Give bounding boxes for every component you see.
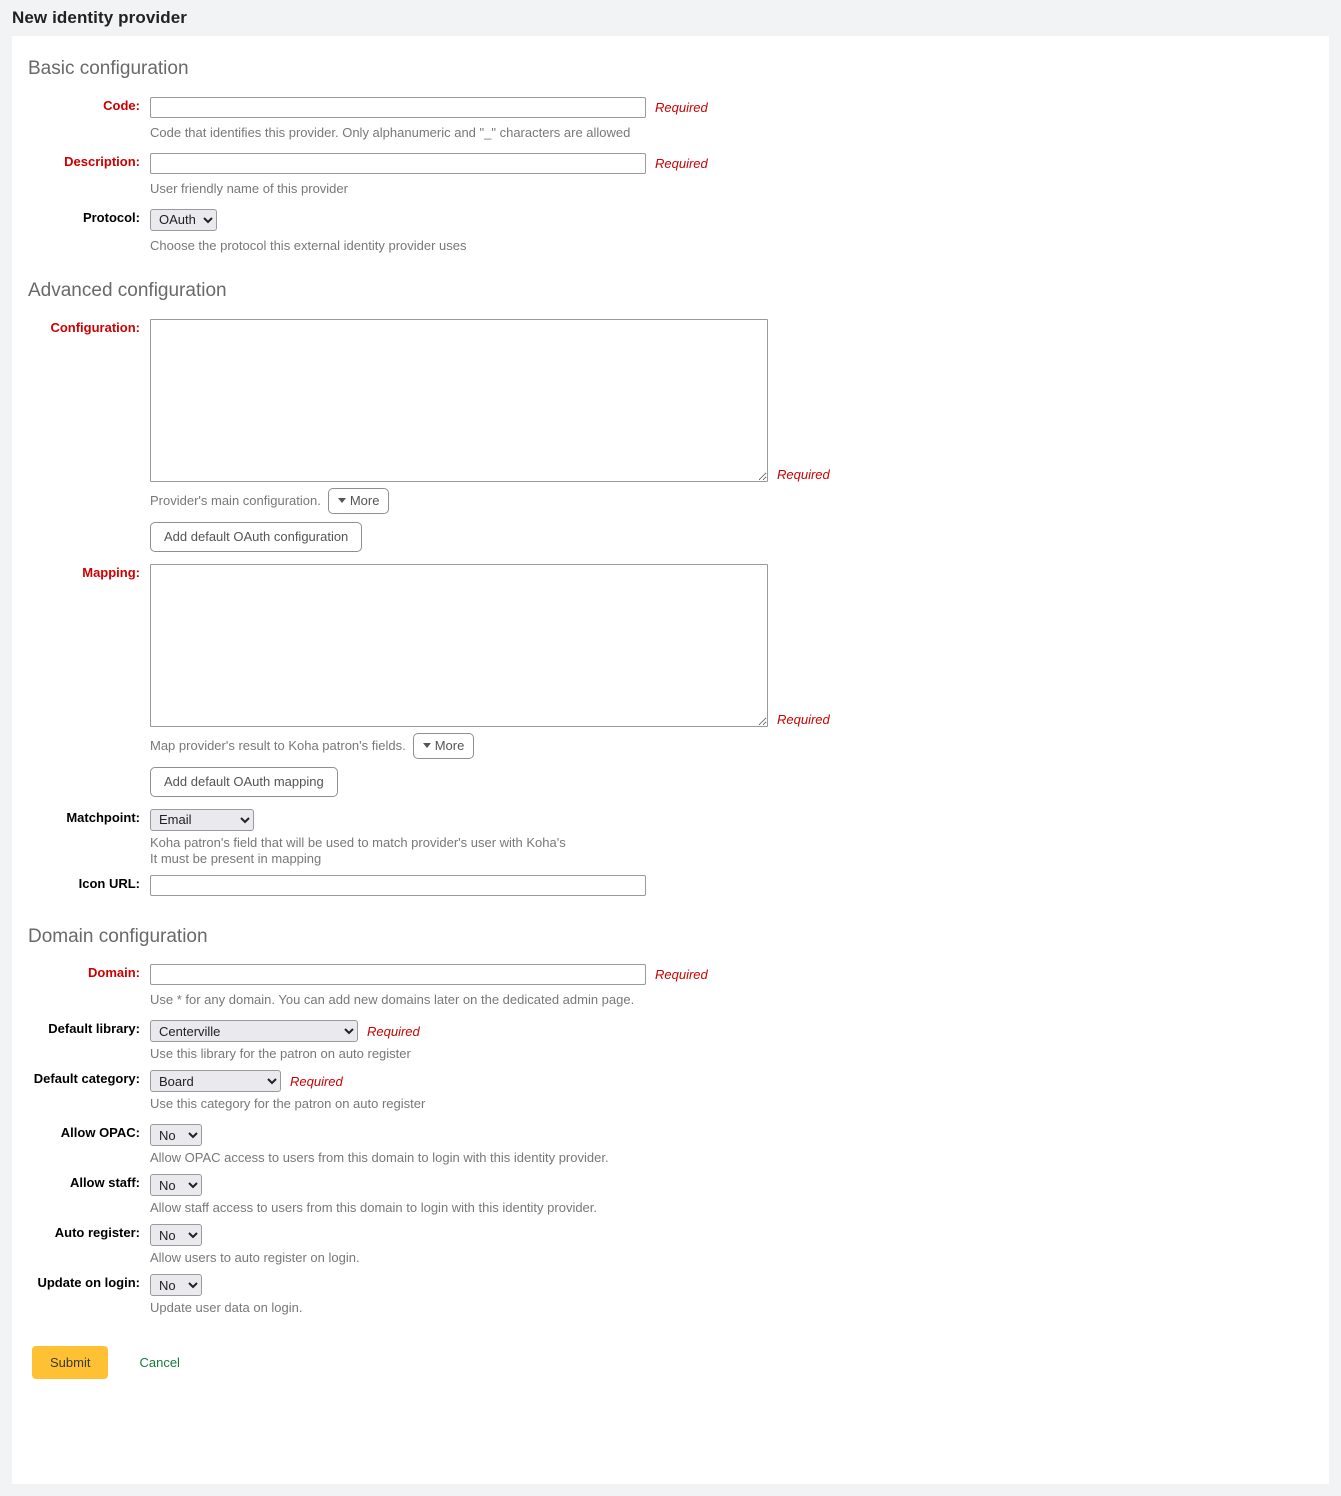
matchpoint-hint-line-2: It must be present in mapping bbox=[150, 850, 322, 866]
default-library-required-marker: Required bbox=[367, 1023, 420, 1039]
domain-required-marker: Required bbox=[655, 967, 708, 983]
mapping-hint: Map provider's result to Koha patron's f… bbox=[150, 737, 406, 753]
field-row-allow-staff: Allow staff: No Allow staff access to us… bbox=[12, 1174, 1329, 1216]
configuration-textarea[interactable] bbox=[150, 318, 768, 482]
section-basic-configuration: Basic configuration Code: Required Code … bbox=[12, 58, 1329, 254]
icon-url-label: Icon URL: bbox=[78, 875, 140, 891]
code-label: Code: bbox=[103, 97, 140, 113]
mapping-more-button[interactable]: More bbox=[412, 732, 475, 759]
update-on-login-select[interactable]: No bbox=[150, 1274, 202, 1297]
field-row-default-category: Default category: Board Required Use thi… bbox=[12, 1070, 1329, 1112]
configuration-more-label: More bbox=[349, 492, 380, 508]
configuration-required-marker: Required bbox=[777, 466, 830, 482]
section-advanced-configuration: Advanced configuration Configuration: Re… bbox=[12, 280, 1329, 896]
description-input[interactable] bbox=[150, 152, 646, 174]
field-row-description: Description: Required User friendly name… bbox=[12, 152, 1329, 197]
allow-opac-label: Allow OPAC: bbox=[60, 1125, 140, 1141]
description-hint: User friendly name of this provider bbox=[150, 180, 348, 196]
default-category-select[interactable]: Board bbox=[150, 1070, 281, 1093]
configuration-more-button[interactable]: More bbox=[327, 487, 390, 514]
field-row-mapping: Mapping: Required Map provider's result … bbox=[12, 563, 1329, 797]
protocol-select[interactable]: OAuth bbox=[150, 208, 217, 231]
domain-input[interactable] bbox=[150, 964, 646, 986]
allow-opac-select[interactable]: No bbox=[150, 1124, 202, 1147]
update-on-login-label: Update on login: bbox=[37, 1275, 140, 1291]
allow-staff-hint: Allow staff access to users from this do… bbox=[150, 1200, 598, 1216]
caret-down-icon bbox=[422, 743, 431, 749]
protocol-label: Protocol: bbox=[82, 209, 140, 225]
default-category-required-marker: Required bbox=[290, 1073, 343, 1089]
field-row-icon-url: Icon URL: bbox=[12, 874, 1329, 896]
mapping-label: Mapping: bbox=[82, 564, 140, 580]
icon-url-input[interactable] bbox=[150, 874, 646, 896]
auto-register-select[interactable]: No bbox=[150, 1224, 202, 1247]
field-row-protocol: Protocol: OAuth Choose the protocol this… bbox=[12, 208, 1329, 254]
page-header: New identity provider bbox=[0, 0, 1341, 36]
domain-label: Domain: bbox=[88, 965, 140, 981]
add-default-oauth-configuration-button[interactable]: Add default OAuth configuration bbox=[150, 521, 363, 552]
update-on-login-hint: Update user data on login. bbox=[150, 1300, 303, 1316]
submit-button[interactable]: Submit bbox=[32, 1346, 109, 1380]
section-basic-legend: Basic configuration bbox=[28, 58, 189, 79]
default-library-hint: Use this library for the patron on auto … bbox=[150, 1046, 411, 1062]
configuration-hint: Provider's main configuration. bbox=[150, 492, 321, 508]
form-action-bar: Submit Cancel bbox=[12, 1346, 1329, 1380]
cancel-link[interactable]: Cancel bbox=[139, 1355, 179, 1370]
configuration-label: Configuration: bbox=[50, 319, 140, 335]
auto-register-label: Auto register: bbox=[54, 1225, 140, 1241]
code-hint: Code that identifies this provider. Only… bbox=[150, 124, 631, 140]
field-row-update-on-login: Update on login: No Update user data on … bbox=[12, 1274, 1329, 1316]
field-row-auto-register: Auto register: No Allow users to auto re… bbox=[12, 1224, 1329, 1266]
code-input[interactable] bbox=[150, 96, 646, 118]
section-advanced-legend: Advanced configuration bbox=[28, 279, 227, 301]
domain-hint: Use * for any domain. You can add new do… bbox=[150, 992, 635, 1008]
mapping-required-marker: Required bbox=[777, 711, 830, 727]
allow-staff-label: Allow staff: bbox=[69, 1175, 140, 1191]
mapping-more-label: More bbox=[434, 737, 465, 753]
field-row-allow-opac: Allow OPAC: No Allow OPAC access to user… bbox=[12, 1124, 1329, 1166]
allow-staff-select[interactable]: No bbox=[150, 1174, 202, 1197]
matchpoint-label: Matchpoint: bbox=[66, 809, 140, 825]
field-row-default-library: Default library: Centerville Required Us… bbox=[12, 1020, 1329, 1062]
default-library-label: Default library: bbox=[48, 1021, 140, 1037]
protocol-hint: Choose the protocol this external identi… bbox=[150, 237, 467, 253]
auto-register-hint: Allow users to auto register on login. bbox=[150, 1250, 360, 1266]
matchpoint-hint-line-1: Koha patron's field that will be used to… bbox=[150, 834, 566, 850]
default-library-select[interactable]: Centerville bbox=[150, 1020, 358, 1043]
form-card: Basic configuration Code: Required Code … bbox=[12, 36, 1329, 1484]
caret-down-icon bbox=[337, 498, 346, 504]
field-row-domain: Domain: Required Use * for any domain. Y… bbox=[12, 964, 1329, 1008]
mapping-textarea[interactable] bbox=[150, 563, 768, 727]
section-domain-configuration: Domain configuration Domain: Required Us… bbox=[12, 926, 1329, 1317]
description-required-marker: Required bbox=[655, 155, 708, 171]
field-row-configuration: Configuration: Required Provider's main … bbox=[12, 318, 1329, 552]
field-row-matchpoint: Matchpoint: Email Koha patron's field th… bbox=[12, 808, 1329, 867]
add-default-oauth-mapping-button[interactable]: Add default OAuth mapping bbox=[150, 766, 338, 797]
default-category-label: Default category: bbox=[33, 1071, 140, 1087]
allow-opac-hint: Allow OPAC access to users from this dom… bbox=[150, 1150, 609, 1166]
description-label: Description: bbox=[64, 153, 140, 169]
page-title: New identity provider bbox=[12, 8, 187, 27]
matchpoint-select[interactable]: Email bbox=[150, 808, 254, 831]
field-row-code: Code: Required Code that identifies this… bbox=[12, 96, 1329, 141]
section-domain-legend: Domain configuration bbox=[28, 925, 208, 947]
default-category-hint: Use this category for the patron on auto… bbox=[150, 1096, 426, 1112]
code-required-marker: Required bbox=[655, 99, 708, 115]
